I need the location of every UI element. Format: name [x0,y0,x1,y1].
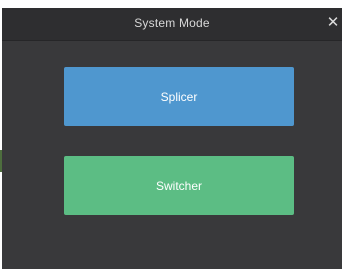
dialog-title: System Mode [134,16,210,30]
system-mode-dialog: System Mode ✕ Splicer Switcher [2,8,342,269]
page-top-strip [0,0,342,8]
dialog-titlebar: System Mode ✕ [2,8,342,41]
switcher-button-label: Switcher [155,178,202,193]
splicer-button-label: Splicer [160,89,198,104]
close-icon[interactable]: ✕ [325,14,341,32]
switcher-button[interactable]: Switcher [64,156,294,215]
splicer-button[interactable]: Splicer [64,67,294,126]
